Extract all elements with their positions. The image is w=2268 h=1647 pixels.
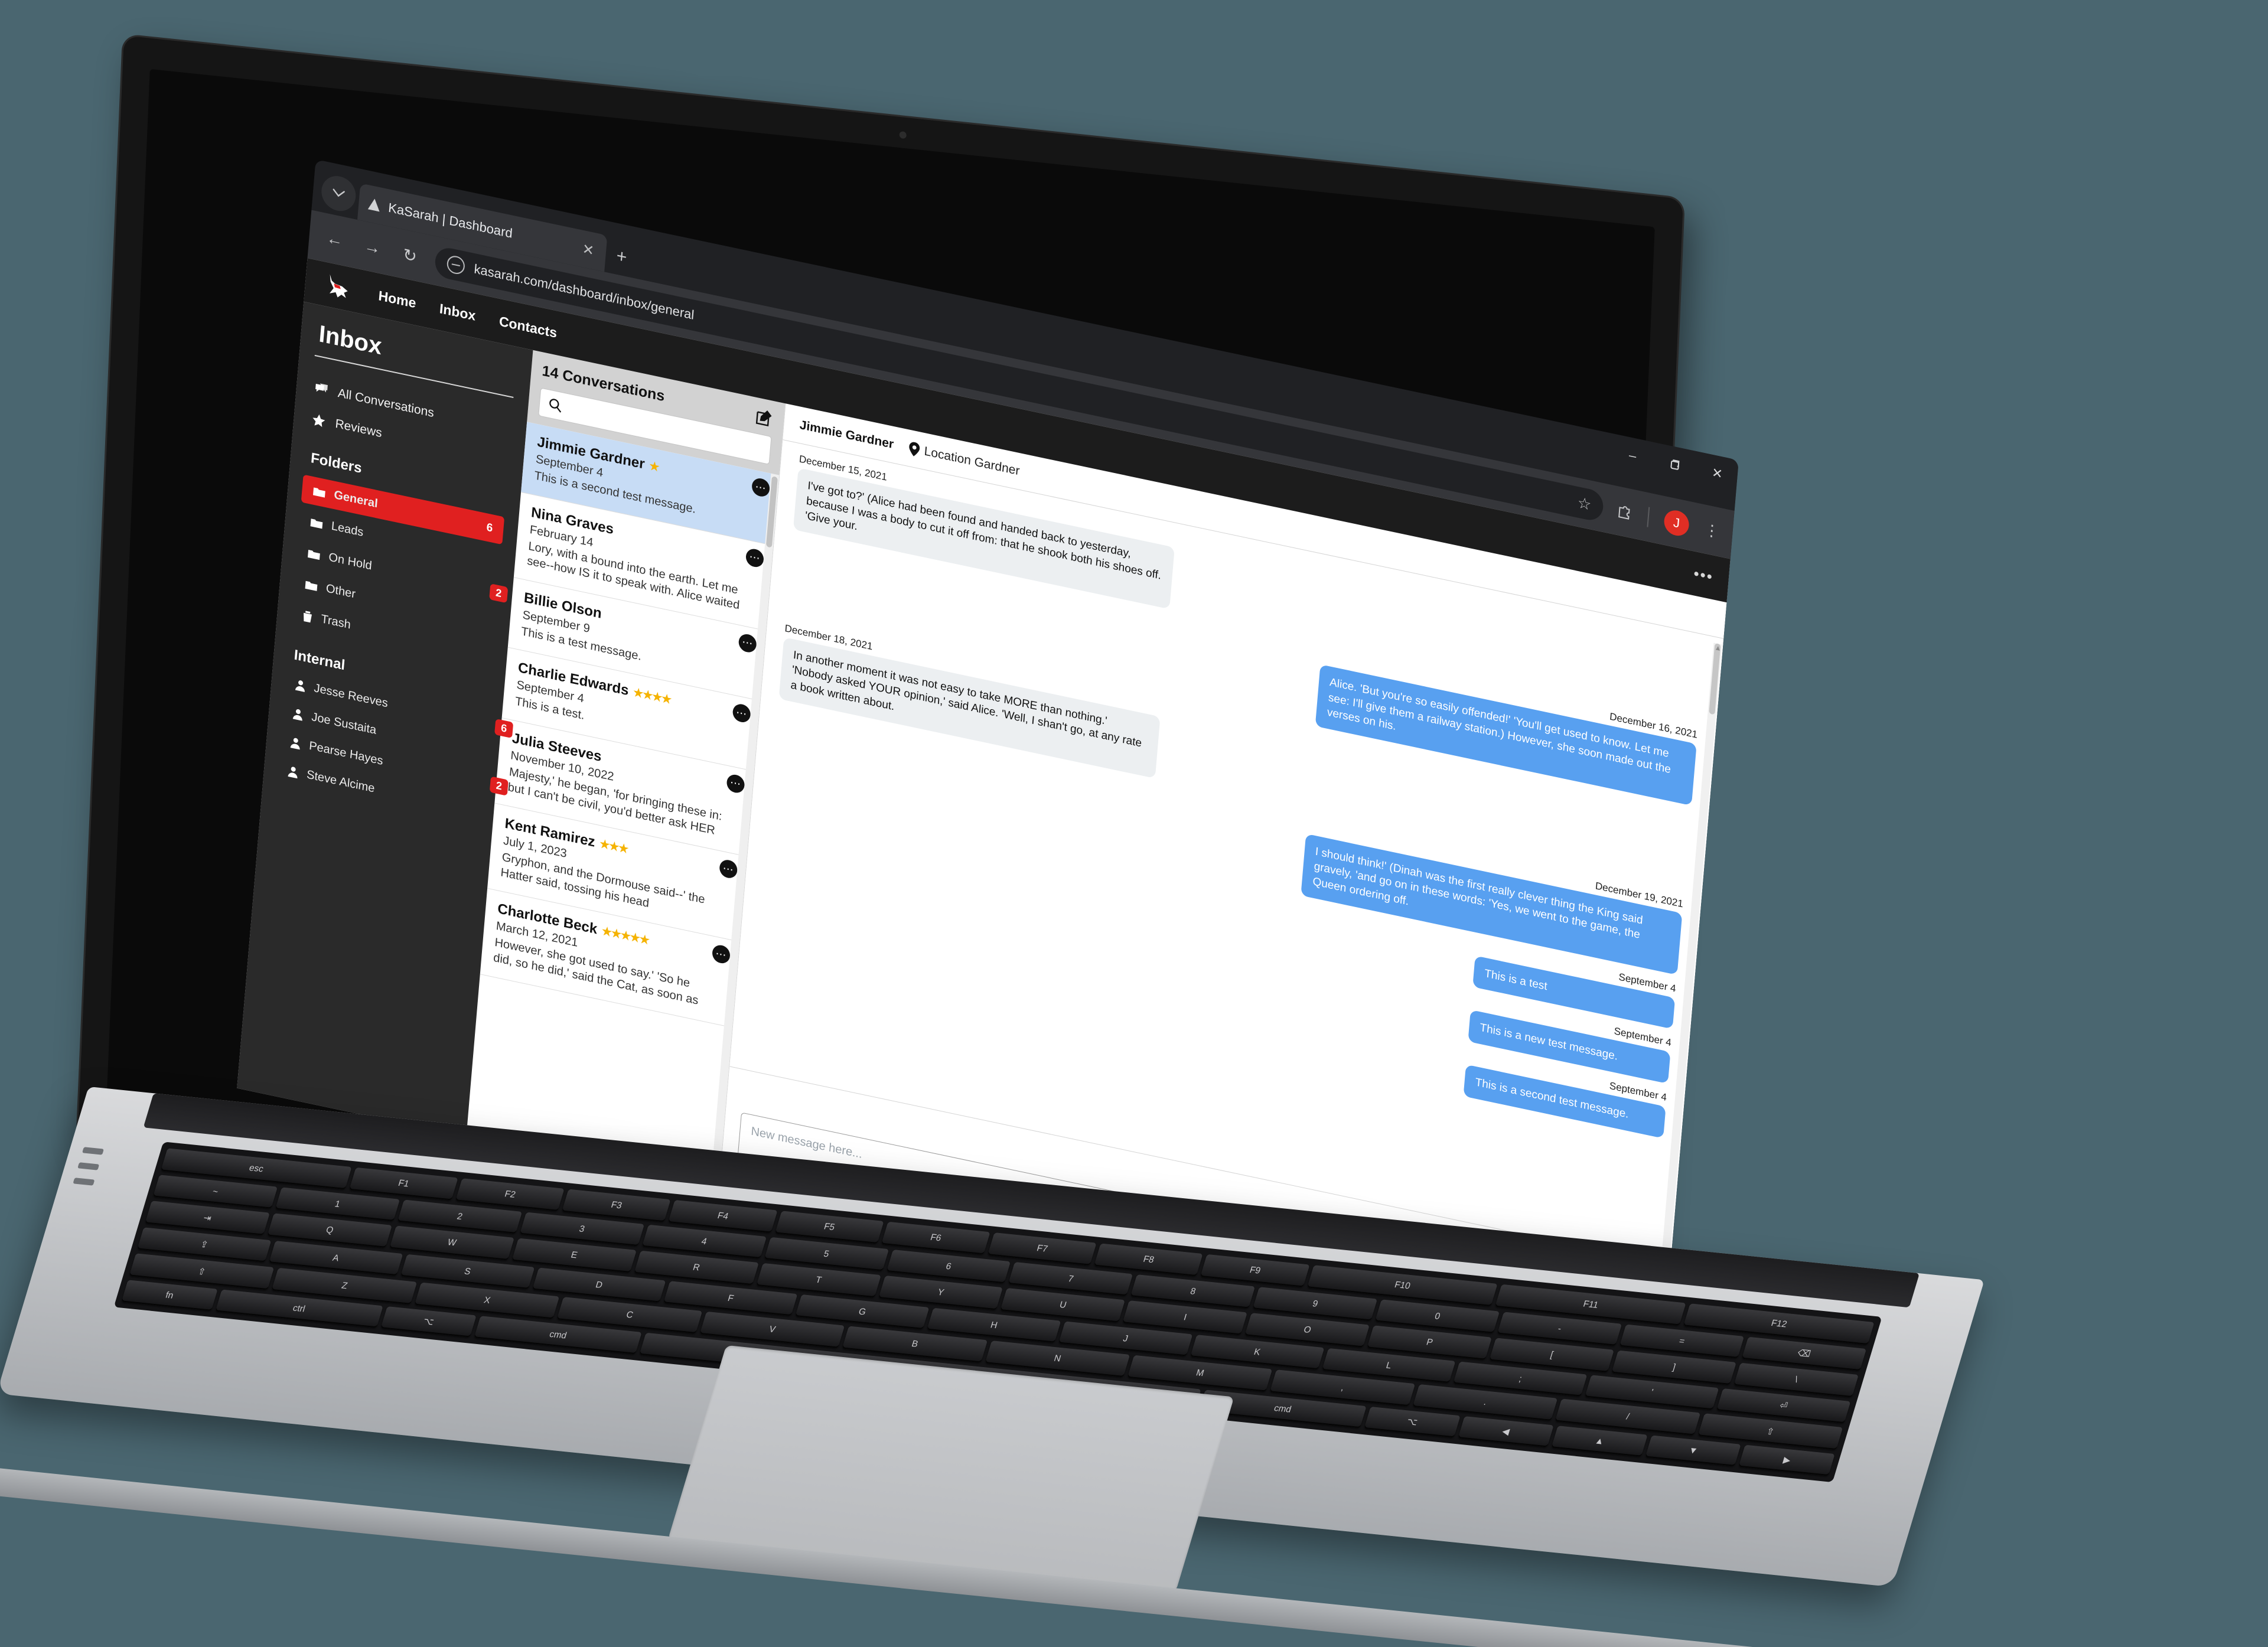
folder-icon	[304, 579, 318, 592]
nav-link-home[interactable]: Home	[378, 288, 417, 311]
keyboard-key[interactable]: ⌥	[1364, 1406, 1461, 1438]
rating-stars: ★	[649, 459, 660, 474]
conversation-kebab-icon[interactable]: ⋯	[751, 477, 771, 498]
tab-favicon	[368, 197, 381, 211]
port	[77, 1162, 100, 1170]
sidebar-folder-label: On Hold	[328, 550, 373, 573]
scrollbar-thumb[interactable]	[1709, 643, 1721, 715]
keyboard-key[interactable]: ◀	[1458, 1416, 1555, 1447]
conversation-kebab-icon[interactable]: ⋯	[732, 702, 751, 725]
bookmark-star-icon[interactable]: ☆	[1577, 493, 1592, 514]
comments-icon	[314, 382, 329, 398]
sidebar-folder-label: Other	[325, 582, 356, 601]
keyboard-key[interactable]: ⌥	[380, 1306, 477, 1338]
conversation-kebab-icon[interactable]: ⋯	[745, 547, 765, 569]
conversation-kebab-icon[interactable]: ⋯	[738, 632, 757, 654]
compose-icon[interactable]	[755, 407, 774, 428]
map-pin-icon	[908, 441, 920, 457]
keyboard-key[interactable]: ▼	[1645, 1434, 1742, 1466]
keyboard-key[interactable]: ▶	[1738, 1444, 1835, 1476]
port	[82, 1147, 104, 1155]
back-icon[interactable]: ←	[321, 227, 348, 252]
folder-icon	[312, 485, 326, 499]
scroll-up-arrow-icon[interactable]: ▲	[1714, 643, 1722, 653]
star-icon	[311, 412, 327, 429]
person-icon	[295, 679, 307, 693]
conversation-kebab-icon[interactable]: ⋯	[719, 858, 738, 880]
laptop-mockup: KaSarah | Dashboard ✕ + – ✕ ← → ↻ kasara…	[0, 0, 2268, 1647]
sidebar-item-label: Reviews	[334, 416, 383, 441]
close-tab-icon[interactable]: ✕	[579, 240, 597, 260]
message-text: Alice. 'But you're so easily offended!' …	[1315, 664, 1697, 806]
keyboard-key[interactable]: ▲	[1551, 1425, 1648, 1457]
search-icon	[548, 397, 563, 414]
kangaroo-logo-icon[interactable]	[320, 270, 356, 304]
message-text: In another moment it was not easy to tak…	[778, 637, 1161, 778]
folder-icon	[309, 517, 323, 530]
person-icon	[287, 765, 299, 779]
sidebar-folder-label: General	[333, 488, 379, 511]
window-controls: – ✕	[1624, 446, 1726, 484]
close-window-icon[interactable]: ✕	[1708, 464, 1726, 484]
person-icon	[290, 736, 302, 750]
conversation-kebab-icon[interactable]: ⋯	[711, 944, 731, 966]
nav-link-inbox[interactable]: Inbox	[439, 300, 476, 324]
message-bubble-incoming: December 18, 2021 In another moment it w…	[778, 622, 1162, 778]
folder-count: 6	[485, 520, 494, 535]
profile-avatar[interactable]: J	[1663, 508, 1690, 539]
message-bubble-outgoing: December 16, 2021 Alice. 'But you're so …	[1315, 650, 1698, 806]
laptop-ports	[73, 1147, 104, 1186]
extensions-icon[interactable]	[1615, 502, 1633, 522]
unread-badge: 2	[489, 583, 509, 604]
tab-search-chevron-icon[interactable]	[320, 172, 357, 214]
person-icon	[292, 707, 304, 722]
new-tab-icon[interactable]: +	[615, 246, 627, 268]
conversation-kebab-icon[interactable]: ⋯	[726, 773, 745, 795]
folder-icon	[307, 547, 321, 561]
site-settings-icon[interactable]	[446, 254, 466, 276]
nav-link-contacts[interactable]: Contacts	[498, 313, 558, 341]
port	[73, 1178, 95, 1186]
restore-icon[interactable]	[1666, 455, 1684, 475]
sidebar-folder-label: Trash	[320, 612, 351, 632]
forward-icon[interactable]: →	[359, 235, 386, 259]
rating-stars: ★★★	[599, 837, 629, 856]
toolbar-divider	[1647, 507, 1650, 527]
browser-menu-icon[interactable]: ⋮	[1703, 520, 1720, 541]
webcam	[899, 131, 907, 139]
reload-icon[interactable]: ↻	[397, 243, 423, 268]
app-overflow-menu-icon[interactable]: •••	[1693, 564, 1714, 586]
minimize-icon[interactable]: –	[1624, 446, 1641, 466]
keyboard-key[interactable]: fn	[121, 1279, 218, 1311]
sidebar-folder-label: Leads	[331, 519, 364, 539]
trash-icon	[302, 609, 314, 624]
